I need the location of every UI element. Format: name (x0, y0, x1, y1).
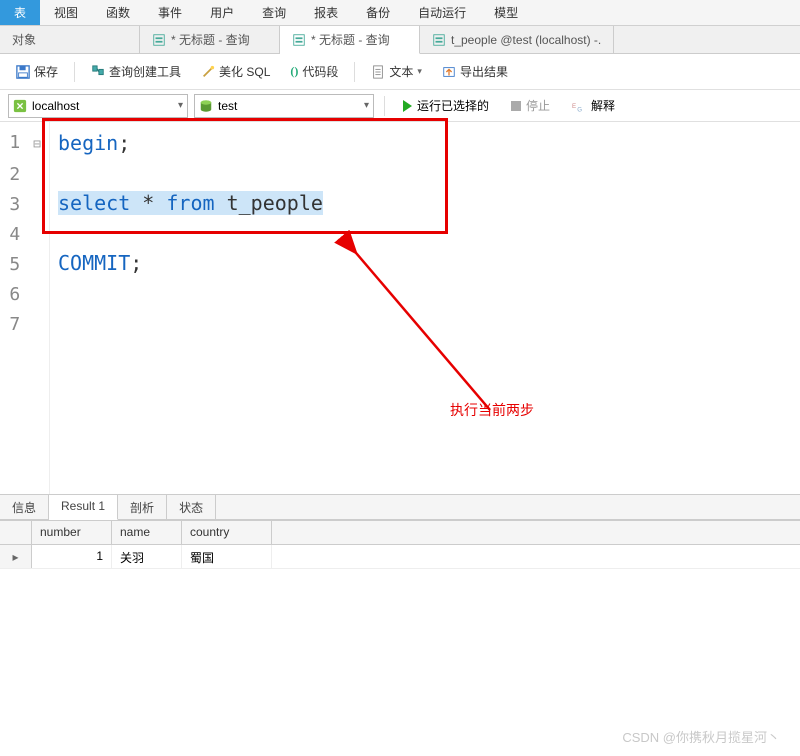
save-button[interactable]: 保存 (8, 59, 66, 84)
svg-text:G: G (577, 106, 582, 113)
menu-自动运行[interactable]: 自动运行 (404, 0, 480, 25)
cell-country[interactable]: 蜀国 (182, 545, 272, 568)
host-combo[interactable]: localhost ▾ (8, 94, 188, 118)
menu-模型[interactable]: 模型 (480, 0, 532, 25)
svg-text:E: E (572, 102, 576, 109)
document-tab[interactable]: * 无标题 - 查询 (280, 26, 420, 54)
code-snippet-label: 代码段 (302, 63, 338, 80)
stop-label: 停止 (526, 97, 550, 114)
watermark: CSDN @你携秋月揽星河丶 (622, 727, 780, 746)
query-builder-label: 查询创建工具 (109, 63, 181, 80)
export-icon (442, 65, 456, 79)
menu-备份[interactable]: 备份 (352, 0, 404, 25)
column-header-name[interactable]: name (112, 521, 182, 544)
run-selected-button[interactable]: 运行已选择的 (395, 94, 497, 117)
chevron-down-icon: ▾ (417, 66, 422, 77)
line-gutter: 1 ⊟2 3 4 5 6 7 (0, 122, 50, 494)
grid-body: ▸1关羽蜀国 (0, 545, 800, 569)
code-line[interactable]: begin; (58, 128, 800, 158)
result-tab-信息[interactable]: 信息 (0, 495, 49, 519)
run-selected-label: 运行已选择的 (417, 97, 489, 114)
document-tab[interactable]: * 无标题 - 查询 (140, 26, 280, 53)
code-line[interactable]: select * from t_people (58, 188, 800, 218)
explain-button[interactable]: EG 解释 (564, 94, 623, 117)
export-label: 导出结果 (460, 63, 508, 80)
menu-查询[interactable]: 查询 (248, 0, 300, 25)
menu-用户[interactable]: 用户 (196, 0, 248, 25)
text-mode-label: 文本 (389, 63, 413, 80)
menubar: 表视图函数事件用户查询报表备份自动运行模型 (0, 0, 800, 26)
result-grid: numbernamecountry ▸1关羽蜀国 (0, 520, 800, 569)
toolbar-separator (354, 62, 355, 82)
brackets-icon: () (290, 64, 298, 79)
beautify-sql-button[interactable]: 美化 SQL (193, 59, 278, 84)
floppy-icon (16, 65, 30, 79)
query-icon (432, 33, 446, 47)
query-icon (292, 33, 306, 47)
query-icon (152, 33, 166, 47)
query-toolbar: 保存 查询创建工具 美化 SQL () 代码段 文本 ▾ 导出结果 (0, 54, 800, 90)
tab-label: t_people @test (localhost) -. (451, 33, 601, 47)
toolbar-separator (74, 62, 75, 82)
code-line[interactable] (58, 308, 800, 338)
cell-number[interactable]: 1 (32, 545, 112, 568)
document-tab[interactable]: t_people @test (localhost) -. (420, 26, 614, 53)
stop-icon (511, 101, 521, 111)
document-icon (371, 65, 385, 79)
code-snippet-button[interactable]: () 代码段 (282, 59, 346, 84)
text-mode-button[interactable]: 文本 ▾ (363, 59, 430, 84)
stop-button[interactable]: 停止 (503, 94, 558, 117)
grid-header: numbernamecountry (0, 521, 800, 545)
result-tabs: 信息Result 1剖析状态 (0, 494, 800, 520)
tab-label: * 无标题 - 查询 (311, 31, 390, 48)
save-label: 保存 (34, 63, 58, 80)
menu-函数[interactable]: 函数 (92, 0, 144, 25)
database-value: test (218, 99, 237, 113)
tab-label: * 无标题 - 查询 (171, 31, 250, 48)
code-area[interactable]: begin; select * from t_people COMMIT; (50, 122, 800, 494)
tab-label: 对象 (12, 31, 36, 48)
tools-icon (91, 65, 105, 79)
document-tabbar: 对象 * 无标题 - 查询 * 无标题 - 查询 t_people @test (lo… (0, 26, 800, 54)
database-combo[interactable]: test ▾ (194, 94, 374, 118)
menu-视图[interactable]: 视图 (40, 0, 92, 25)
database-icon (199, 99, 213, 113)
row-indicator: ▸ (0, 545, 32, 568)
toolbar-separator (384, 96, 385, 116)
sql-editor[interactable]: 1 ⊟2 3 4 5 6 7 begin; select * from t_peo… (0, 122, 800, 494)
beautify-sql-label: 美化 SQL (219, 63, 270, 80)
explain-icon: EG (572, 99, 586, 113)
column-header-country[interactable]: country (182, 521, 272, 544)
export-button[interactable]: 导出结果 (434, 59, 516, 84)
chevron-down-icon: ▾ (178, 100, 183, 111)
result-tab-状态[interactable]: 状态 (167, 495, 216, 519)
code-line[interactable] (58, 278, 800, 308)
cell-name[interactable]: 关羽 (112, 545, 182, 568)
host-value: localhost (32, 99, 79, 113)
code-line[interactable] (58, 158, 800, 188)
play-icon (403, 100, 412, 112)
grid-corner (0, 521, 32, 544)
wand-icon (201, 65, 215, 79)
code-line[interactable]: COMMIT; (58, 248, 800, 278)
menu-报表[interactable]: 报表 (300, 0, 352, 25)
connection-bar: localhost ▾ test ▾ 运行已选择的 停止 EG 解释 (0, 90, 800, 122)
column-header-number[interactable]: number (32, 521, 112, 544)
query-builder-button[interactable]: 查询创建工具 (83, 59, 189, 84)
result-tab-剖析[interactable]: 剖析 (118, 495, 167, 519)
chevron-down-icon: ▾ (364, 100, 369, 111)
explain-label: 解释 (591, 97, 615, 114)
plug-icon (13, 99, 27, 113)
document-tab[interactable]: 对象 (0, 26, 140, 53)
result-tab-Result 1[interactable]: Result 1 (49, 495, 118, 520)
table-row[interactable]: ▸1关羽蜀国 (0, 545, 800, 569)
code-line[interactable] (58, 218, 800, 248)
menu-表[interactable]: 表 (0, 0, 40, 25)
annotation-label: 执行当前两步 (450, 400, 534, 420)
menu-事件[interactable]: 事件 (144, 0, 196, 25)
